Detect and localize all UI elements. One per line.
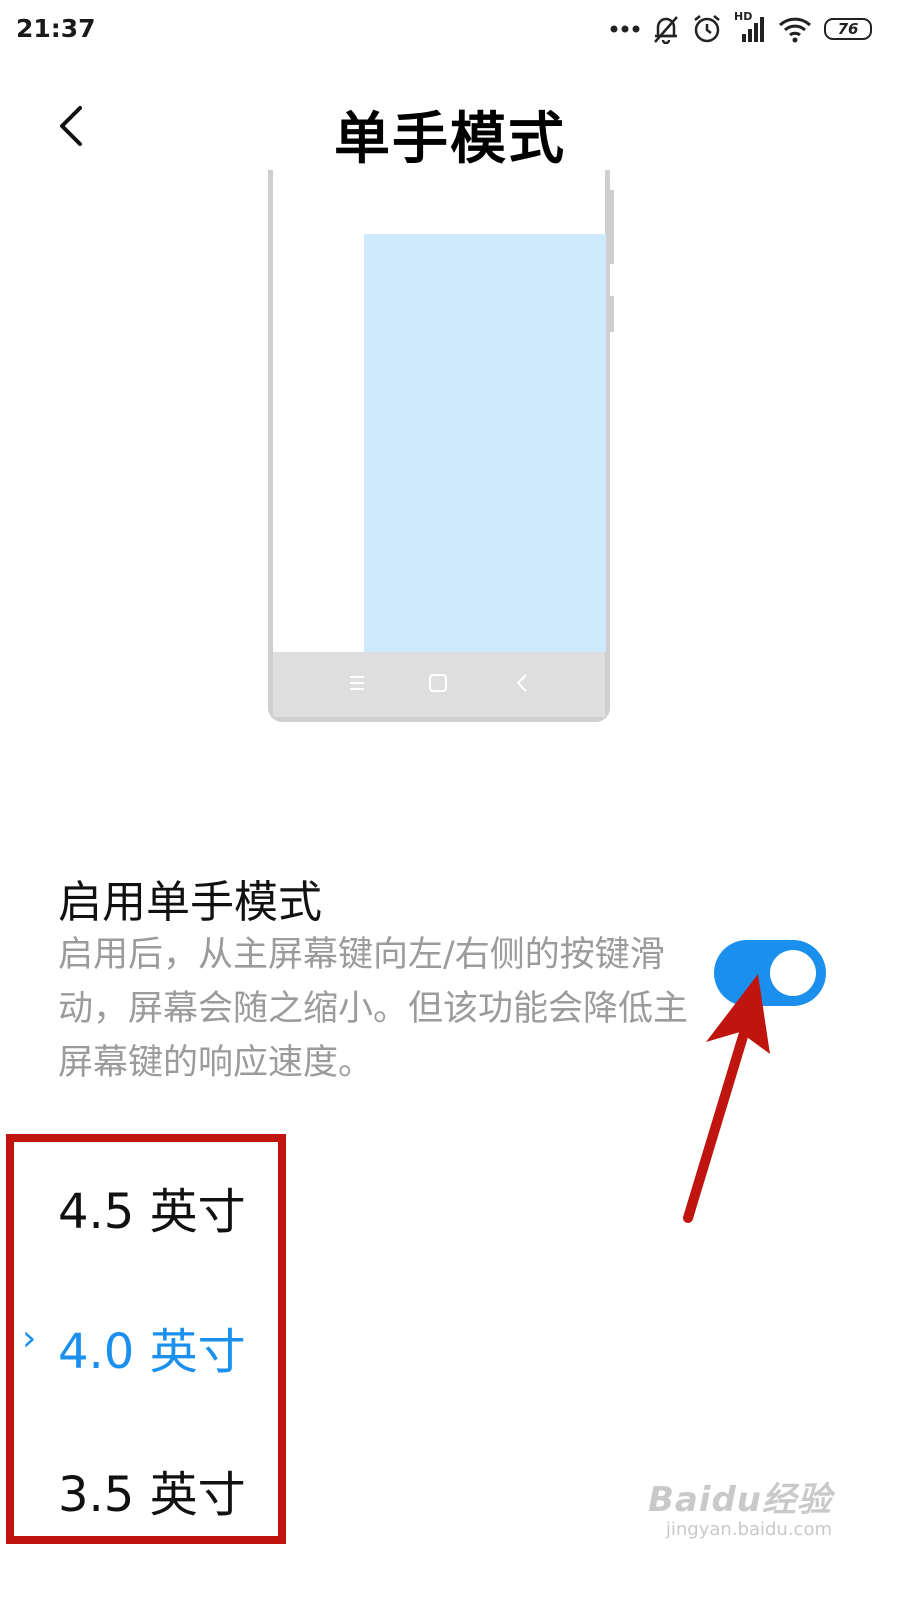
status-time: 21:37: [16, 14, 96, 43]
selected-chevron-icon: ›: [22, 1318, 37, 1359]
more-dots-icon: [610, 24, 640, 34]
baidu-watermark: Baidu经验 jingyan.baidu.com: [648, 1472, 832, 1540]
size-option-4-0[interactable]: 4.0 英寸: [58, 1312, 246, 1382]
enable-one-hand-description: 启用后，从主屏幕键向左/右侧的按键滑动，屏幕会随之缩小。但该功能会降低主屏幕键的…: [58, 935, 689, 1083]
phone-side-button: [606, 296, 614, 332]
status-icons: HD 76: [610, 10, 872, 46]
menu-icon: [349, 674, 365, 696]
alarm-icon: [692, 14, 722, 44]
enable-one-hand-toggle[interactable]: [714, 940, 826, 1006]
page-title: 单手模式: [334, 107, 566, 172]
size-option-4-5[interactable]: 4.5 英寸: [58, 1172, 246, 1242]
phone-side-button: [606, 190, 614, 264]
home-square-icon: [428, 673, 448, 697]
phone-navbar: [273, 652, 605, 717]
watermark-brand: Baidu经验: [647, 1480, 832, 1520]
hd-signal-icon: HD: [734, 10, 766, 44]
wifi-icon: [778, 15, 812, 43]
enable-one-hand-title: 启用单手模式: [58, 877, 322, 928]
toggle-knob: [770, 950, 816, 996]
watermark-url: jingyan.baidu.com: [665, 1519, 832, 1540]
shrunk-screen-area: [364, 234, 606, 652]
bell-off-icon: [652, 14, 680, 44]
back-chevron-icon: [515, 673, 529, 697]
battery-icon: 76: [824, 18, 872, 40]
size-option-3-5[interactable]: 3.5 英寸: [58, 1455, 246, 1525]
